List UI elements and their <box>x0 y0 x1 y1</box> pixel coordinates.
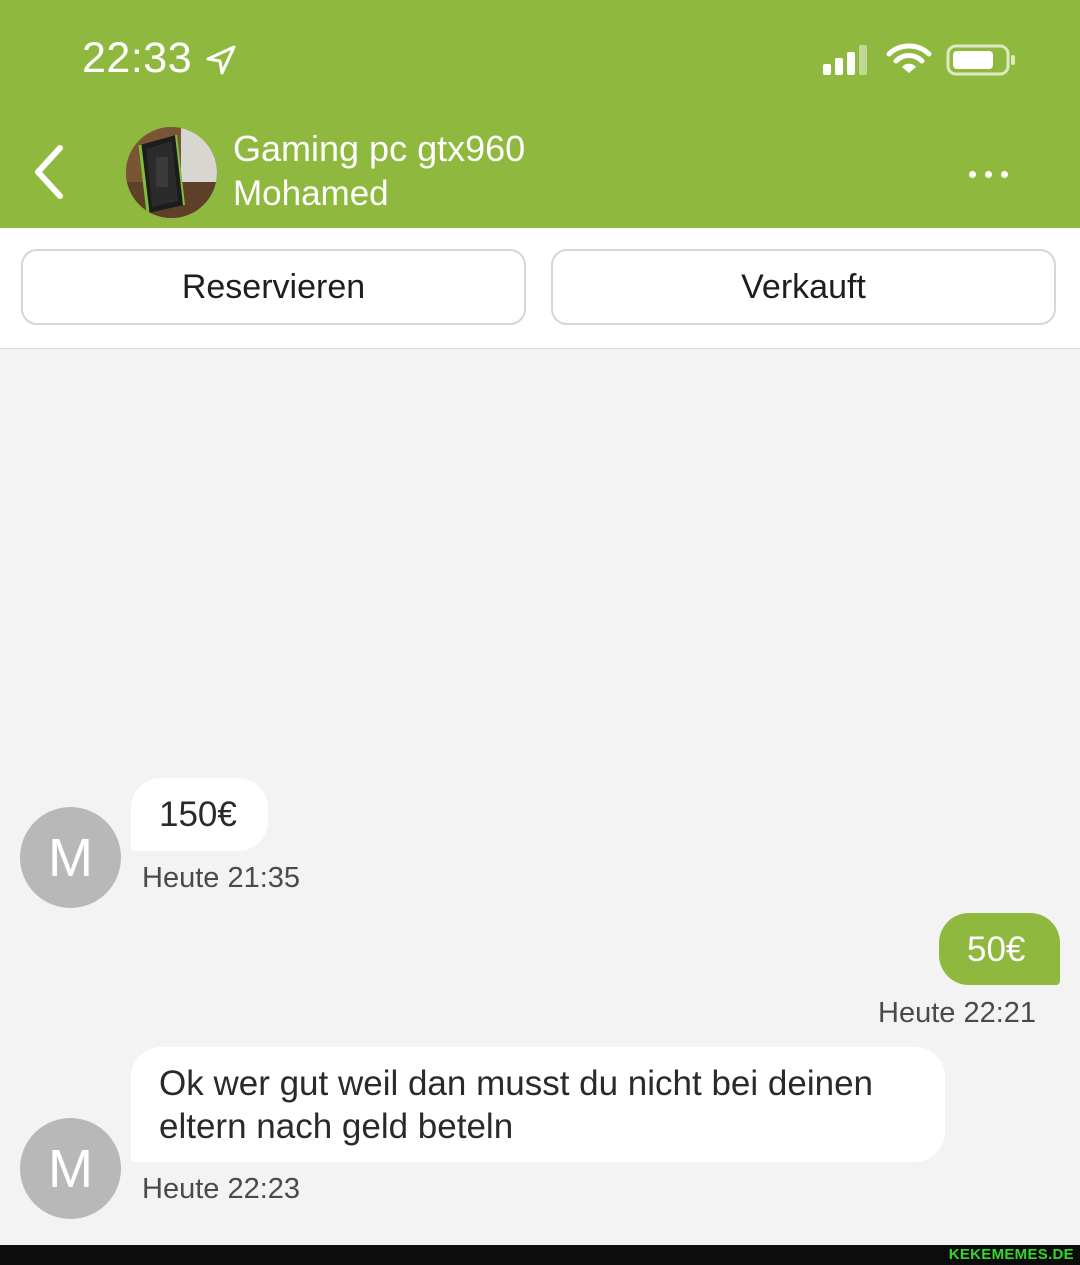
avatar[interactable]: M <box>20 807 121 908</box>
partner-name: Mohamed <box>233 174 389 213</box>
wifi-icon <box>886 43 932 73</box>
watermark-bar <box>0 1245 1080 1265</box>
ellipsis-icon <box>984 170 992 178</box>
more-options-button[interactable] <box>956 152 1020 196</box>
watermark: KEKEMEMES.DE <box>948 1246 1074 1263</box>
message-bubble-outgoing: 50€ <box>939 913 1060 985</box>
action-bar: Reservieren Verkauft <box>0 228 1080 349</box>
message-text-line: eltern nach geld beteln <box>159 1107 514 1146</box>
ellipsis-icon <box>1000 170 1008 178</box>
message-bubble-incoming: 150€ <box>131 778 268 851</box>
sold-button[interactable]: Verkauft <box>551 249 1056 325</box>
message-text: 50€ <box>967 930 1026 969</box>
message-time: Heute 22:21 <box>878 997 1037 1029</box>
status-time: 22:33 <box>82 34 193 82</box>
message-bubble-incoming: Ok wer gut weil dan musst du nicht bei d… <box>131 1047 945 1162</box>
battery-icon <box>946 44 1015 76</box>
reserve-button[interactable]: Reservieren <box>21 249 526 325</box>
signal-bars-icon <box>823 45 867 75</box>
message-text: 150€ <box>159 795 237 834</box>
avatar[interactable]: M <box>20 1118 121 1219</box>
listing-thumbnail[interactable] <box>126 127 217 218</box>
ellipsis-icon <box>968 170 976 178</box>
listing-title[interactable]: Gaming pc gtx960 <box>233 128 525 170</box>
message-time: Heute 21:35 <box>142 862 301 894</box>
back-button[interactable] <box>24 140 74 204</box>
message-text-line: Ok wer gut weil dan musst du nicht bei d… <box>159 1064 873 1103</box>
chevron-left-icon <box>35 145 63 199</box>
location-arrow-icon <box>206 45 236 75</box>
message-time: Heute 22:23 <box>142 1173 301 1205</box>
gaming-pc-image <box>126 127 217 218</box>
app-header: 22:33 Gaming pc gtx960 Mohamed <box>0 0 1080 228</box>
